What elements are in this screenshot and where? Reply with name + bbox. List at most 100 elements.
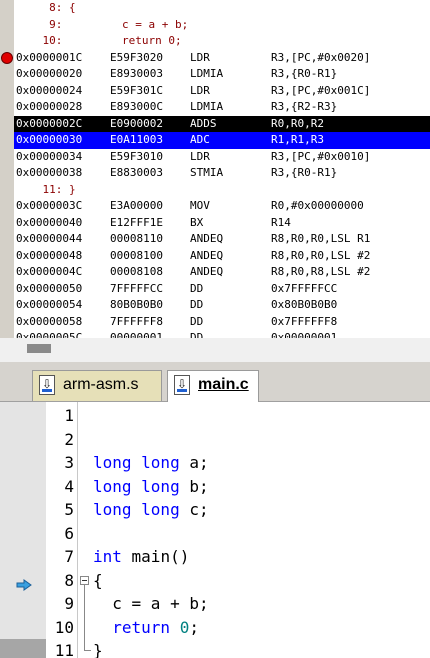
code-text: long long c;: [93, 498, 209, 521]
source-line[interactable]: 9: c = a + b;: [0, 17, 430, 34]
line-gutter[interactable]: [0, 165, 14, 182]
code-line[interactable]: 1: [0, 404, 430, 427]
line-gutter[interactable]: [0, 297, 14, 314]
horizontal-scrollbar[interactable]: [0, 338, 430, 362]
asm-mn: ANDEQ: [190, 248, 224, 262]
line-gutter[interactable]: [0, 50, 14, 67]
code-line[interactable]: 2: [0, 428, 430, 451]
disassembly-line[interactable]: 0x00000028 E893000C LDMIA R3,{R2-R3}: [0, 99, 430, 116]
current-line-marker: [0, 639, 46, 658]
disassembly-line[interactable]: 0x0000003C E3A00000 MOV R0,#0x00000000: [0, 198, 430, 215]
disassembly-line[interactable]: 0x0000001C E59F3020 LDR R3,[PC,#0x0020]: [0, 50, 430, 67]
tab-arm-asm[interactable]: ⇩ arm-asm.s: [32, 370, 162, 401]
disassembly-window[interactable]: 8: { 9: c = a + b; 10: return 0; 0x000000…: [0, 0, 430, 338]
scrollbar-thumb[interactable]: [27, 344, 51, 353]
disassembly-line[interactable]: 0x00000054 80B0B0B0 DD 0x80B0B0B0: [0, 297, 430, 314]
line-gutter[interactable]: [0, 115, 14, 132]
asm-addr: 0x0000005C: [16, 331, 83, 338]
line-gutter[interactable]: [0, 149, 14, 166]
disassembly-line[interactable]: 0x00000034 E59F3010 LDR R3,[PC,#0x0010]: [0, 149, 430, 166]
code-line[interactable]: 9 c = a + b;: [0, 592, 430, 615]
line-gutter[interactable]: [0, 132, 14, 149]
line-gutter[interactable]: [0, 330, 14, 338]
disassembly-line[interactable]: 0x00000050 7FFFFFCC DD 0x7FFFFFCC: [0, 281, 430, 298]
code-line[interactable]: 6: [0, 522, 430, 545]
source-line[interactable]: 10: return 0;: [0, 33, 430, 50]
asm-ops: R8,R0,R0,LSL #2: [271, 248, 371, 262]
file-icon: ⇩: [39, 375, 55, 395]
tab-main-c[interactable]: ⇩ main.c: [167, 370, 259, 402]
asm-hex: 00008100: [110, 248, 163, 262]
disassembly-line[interactable]: 0x00000040 E12FFF1E BX R14: [0, 215, 430, 232]
line-gutter[interactable]: [0, 33, 14, 50]
asm-addr: 0x00000038: [16, 166, 83, 179]
line-gutter[interactable]: [0, 215, 14, 232]
line-number: 5: [64, 500, 74, 519]
code-line[interactable]: 7 int main(): [0, 545, 430, 568]
line-number: 3: [64, 453, 74, 472]
code-line[interactable]: 4 long long b;: [0, 475, 430, 498]
keyword: long long: [93, 453, 180, 472]
code-line[interactable]: 10 return 0;: [0, 616, 430, 639]
line-gutter[interactable]: [0, 231, 14, 248]
line-gutter[interactable]: [0, 314, 14, 331]
disassembly-line[interactable]: 0x00000058 7FFFFFF8 DD 0x7FFFFFF8: [0, 314, 430, 331]
code-token: b;: [179, 476, 209, 496]
disassembly-line[interactable]: 0x0000004C 00008108 ANDEQ R8,R0,R8,LSL #2: [0, 264, 430, 281]
asm-ops: R3,{R2-R3}: [271, 100, 338, 113]
asm-hex: E893000C: [110, 100, 163, 113]
disassembly-line[interactable]: 0x00000038 E8830003 STMIA R3,{R0-R1}: [0, 165, 430, 182]
source-text: 10: return 0;: [16, 34, 182, 47]
disassembly-line[interactable]: 0x00000048 00008100 ANDEQ R8,R0,R0,LSL #2: [0, 248, 430, 265]
disassembly-line[interactable]: 0x00000044 00008110 ANDEQ R8,R0,R0,LSL R1: [0, 231, 430, 248]
asm-addr: 0x00000040: [16, 215, 83, 229]
source-line[interactable]: 11: }: [0, 182, 430, 199]
line-gutter[interactable]: [0, 83, 14, 100]
line-number: 10: [54, 617, 74, 637]
disassembly-line[interactable]: 0x0000005C 00000001 DD 0x00000001: [0, 330, 430, 338]
code-line[interactable]: 3 long long a;: [0, 451, 430, 474]
line-gutter[interactable]: [0, 264, 14, 281]
code-line[interactable]: 5 long long c;: [0, 498, 430, 521]
asm-addr: 0x00000028: [16, 100, 83, 113]
line-number: 1: [64, 406, 74, 425]
asm-ops: R8,R0,R0,LSL R1: [271, 232, 371, 245]
asm-mn: LDMIA: [190, 67, 224, 80]
code-editor[interactable]: 1 2 3 long long a; 4 long long b; 5 long long c…: [0, 402, 430, 658]
line-gutter[interactable]: [0, 17, 14, 34]
line-number: 11: [54, 641, 74, 658]
line-gutter[interactable]: [0, 248, 14, 265]
asm-ops: R1,R1,R3: [271, 133, 324, 146]
code-line[interactable]: 8{: [0, 569, 430, 592]
asm-ops: 0x00000001: [271, 331, 338, 338]
asm-ops: R3,[PC,#0x0010]: [271, 149, 371, 163]
code-token: main(): [121, 547, 190, 566]
line-gutter[interactable]: [0, 281, 14, 298]
code-token: a;: [179, 453, 209, 472]
code-line[interactable]: 11}: [0, 639, 430, 658]
number-literal: 0: [179, 617, 190, 637]
breakpoint-icon[interactable]: [1, 51, 13, 64]
asm-mn: ANDEQ: [190, 265, 224, 278]
code-text: }: [93, 639, 103, 658]
source-line[interactable]: 8: {: [0, 0, 430, 17]
line-gutter[interactable]: [0, 182, 14, 199]
asm-ops: 0x7FFFFFCC: [271, 281, 338, 295]
line-gutter[interactable]: [0, 66, 14, 83]
asm-hex: E59F301C: [110, 83, 163, 97]
code-text: {: [93, 569, 103, 592]
disassembly-line[interactable]: 0x0000002C E0900002 ADDS R0,R0,R2: [0, 115, 430, 132]
disassembly-line[interactable]: 0x00000020 E8930003 LDMIA R3,{R0-R1}: [0, 66, 430, 83]
asm-mn: DD: [190, 298, 204, 311]
asm-mn: BX: [190, 215, 204, 229]
line-number: 2: [64, 429, 74, 449]
fold-collapse-icon[interactable]: [80, 575, 89, 585]
disassembly-line[interactable]: 0x00000024 E59F301C LDR R3,[PC,#0x001C]: [0, 83, 430, 100]
line-gutter[interactable]: [0, 0, 14, 17]
tab-label: arm-asm.s: [63, 376, 139, 393]
disassembly-line[interactable]: 0x00000030 E0A11003 ADC R1,R1,R3: [0, 132, 430, 149]
line-gutter[interactable]: [0, 198, 14, 215]
line-gutter[interactable]: [0, 99, 14, 116]
